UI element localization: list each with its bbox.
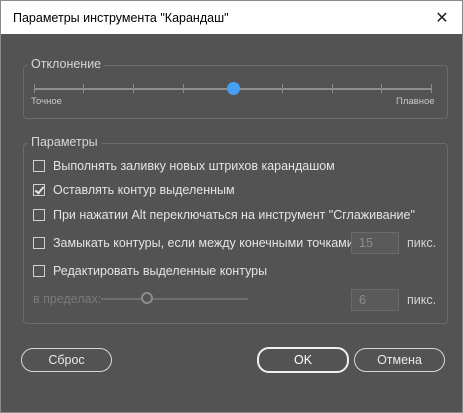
reset-button[interactable]: Сброс — [21, 348, 112, 372]
within-unit: пикс. — [407, 293, 437, 307]
edit-selected-checkbox[interactable] — [33, 265, 45, 277]
pencil-tool-options-dialog: Параметры инструмента "Карандаш" ✕ Откло… — [0, 0, 463, 413]
alt-smooth-label[interactable]: При нажатии Alt переключаться на инструм… — [53, 208, 415, 222]
within-label: в пределах: — [33, 292, 102, 306]
close-paths-distance-input[interactable]: 15 — [351, 232, 399, 254]
deviation-group-title: Отклонение — [28, 57, 105, 71]
keep-selected-checkbox[interactable] — [33, 184, 45, 196]
keep-selected-option[interactable]: Оставлять контур выделенным — [33, 182, 235, 198]
edit-selected-label[interactable]: Редактировать выделенные контуры — [53, 264, 267, 278]
slider-tick — [83, 84, 84, 93]
deviation-slider-knob[interactable] — [227, 82, 240, 95]
fill-new-strokes-checkbox[interactable] — [33, 160, 45, 172]
within-distance-input: 6 — [351, 289, 399, 311]
fill-new-strokes-option[interactable]: Выполнять заливку новых штрихов карандаш… — [33, 158, 335, 174]
close-paths-checkbox[interactable] — [33, 237, 45, 249]
title-bar: Параметры инструмента "Карандаш" ✕ — [1, 1, 462, 34]
slider-tick — [332, 84, 333, 93]
alt-smooth-checkbox[interactable] — [33, 209, 45, 221]
cancel-button[interactable]: Отмена — [354, 348, 445, 372]
slider-tick — [282, 84, 283, 93]
deviation-left-label: Точное — [31, 96, 62, 107]
slider-tick — [431, 84, 432, 93]
close-icon[interactable]: ✕ — [432, 8, 452, 28]
close-paths-label[interactable]: Замыкать контуры, если между конечными т… — [53, 236, 357, 250]
within-slider-track — [101, 298, 248, 300]
edit-selected-option[interactable]: Редактировать выделенные контуры — [33, 263, 267, 279]
keep-selected-label[interactable]: Оставлять контур выделенным — [53, 183, 235, 197]
slider-tick — [183, 84, 184, 93]
fill-new-strokes-label[interactable]: Выполнять заливку новых штрихов карандаш… — [53, 159, 335, 173]
alt-smooth-option[interactable]: При нажатии Alt переключаться на инструм… — [33, 207, 415, 223]
dialog-body: Отклонение Точное Плавное Параметры Выпо… — [1, 34, 462, 412]
ok-button[interactable]: OK — [257, 347, 349, 373]
slider-tick — [133, 84, 134, 93]
deviation-right-label: Плавное — [396, 96, 435, 107]
slider-tick — [381, 84, 382, 93]
close-paths-option[interactable]: Замыкать контуры, если между конечными т… — [33, 235, 357, 251]
within-slider-knob — [141, 292, 153, 304]
slider-tick — [34, 84, 35, 93]
window-title: Параметры инструмента "Карандаш" — [13, 11, 229, 25]
params-group-title: Параметры — [28, 135, 101, 149]
close-paths-unit: пикс. — [407, 236, 437, 250]
